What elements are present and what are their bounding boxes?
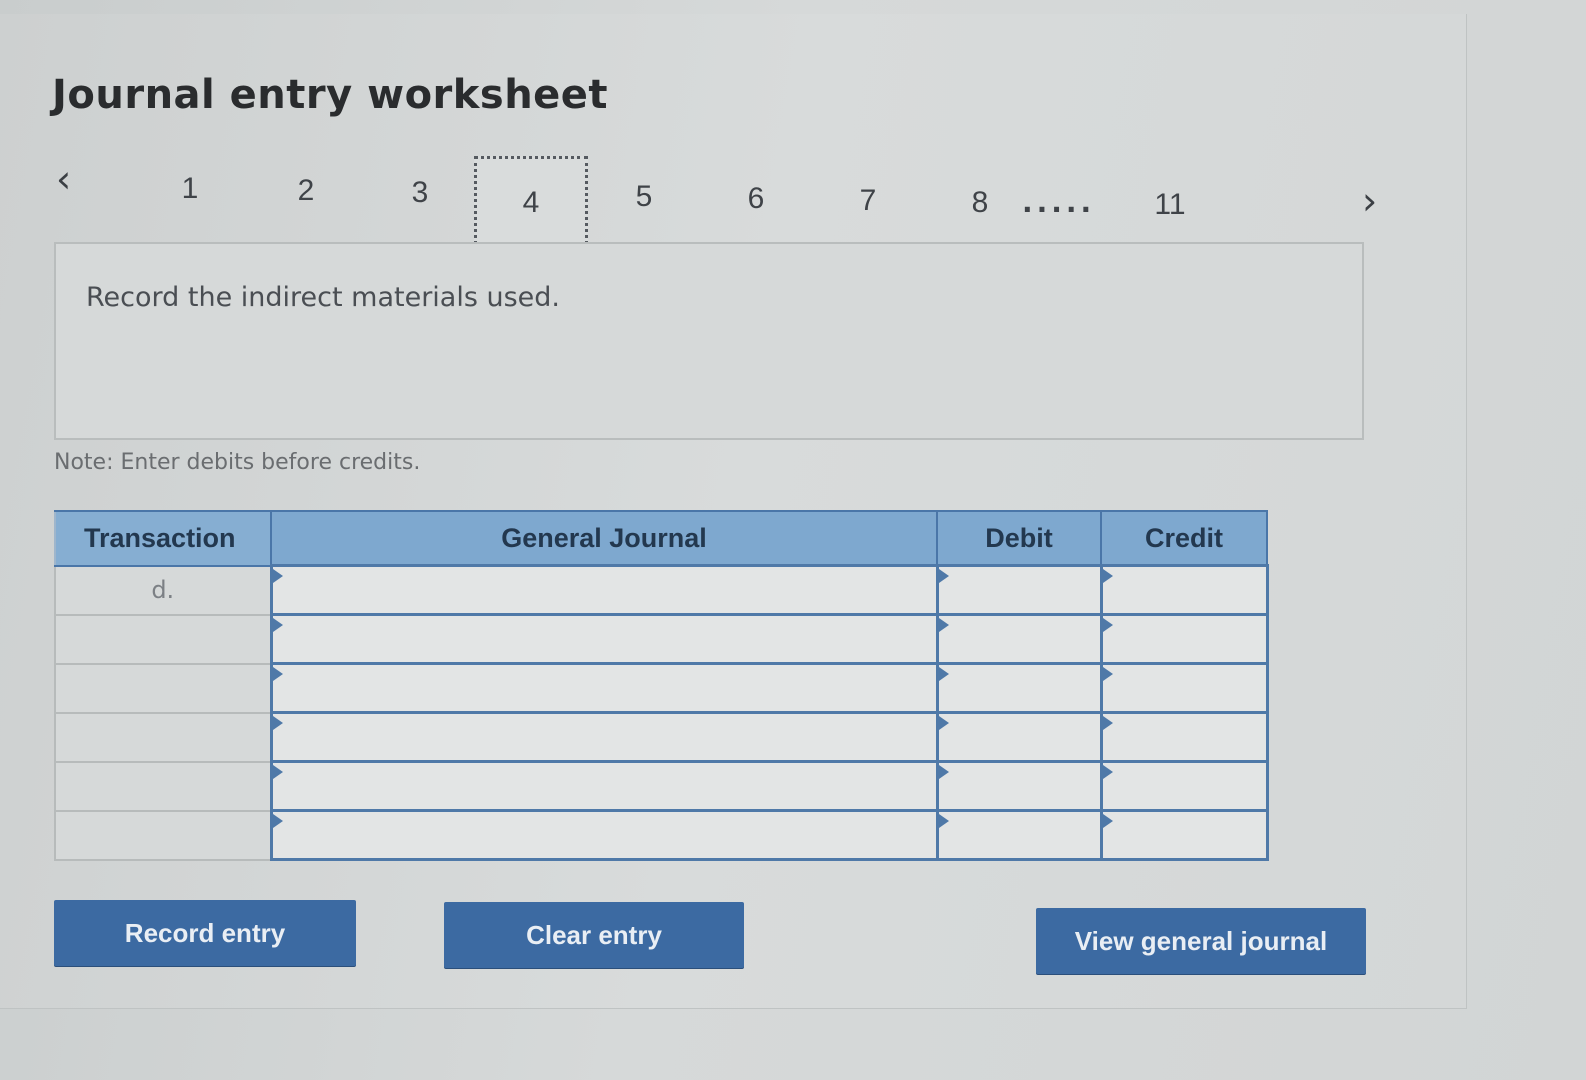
tab-4-active[interactable]: 4: [474, 156, 588, 250]
debit-cell[interactable]: [935, 760, 1103, 812]
cell-marker-icon: [1102, 716, 1113, 730]
dropdown-marker-icon: [272, 716, 283, 730]
cell-marker-icon: [1102, 667, 1113, 681]
account-cell[interactable]: [269, 662, 939, 714]
account-cell[interactable]: [269, 760, 939, 812]
credit-input[interactable]: [1103, 665, 1266, 711]
cell-marker-icon: [1102, 814, 1113, 828]
dropdown-marker-icon: [272, 765, 283, 779]
account-input[interactable]: [273, 567, 936, 613]
debit-cell[interactable]: [935, 564, 1103, 616]
credit-input[interactable]: [1103, 714, 1266, 760]
tab-8[interactable]: 8: [950, 186, 1010, 220]
credit-input[interactable]: [1103, 763, 1266, 809]
transaction-cell: [54, 809, 273, 861]
chevron-right-icon[interactable]: ›: [1362, 182, 1377, 220]
credit-cell[interactable]: [1099, 564, 1269, 616]
account-cell[interactable]: [269, 613, 939, 665]
dropdown-marker-icon: [272, 667, 283, 681]
tab-3[interactable]: 3: [390, 176, 450, 210]
transaction-cell: [54, 662, 273, 714]
credit-cell[interactable]: [1099, 613, 1269, 665]
column-header-debit: Debit: [936, 510, 1102, 567]
journal-table: Transaction General Journal Debit Credit…: [54, 510, 1269, 861]
cell-marker-icon: [938, 569, 949, 583]
screen: Journal entry worksheet ‹ 1 2 3 4 5 6 7 …: [0, 0, 1586, 1080]
table-row: [54, 809, 1269, 861]
debit-cell[interactable]: [935, 711, 1103, 763]
transaction-cell: d.: [54, 564, 273, 616]
account-input[interactable]: [273, 616, 936, 662]
journal-header-row: Transaction General Journal Debit Credit: [54, 510, 1268, 567]
credit-cell[interactable]: [1099, 760, 1269, 812]
table-row: [54, 613, 1269, 665]
instruction-text: Record the indirect materials used.: [86, 282, 561, 313]
tab-7[interactable]: 7: [838, 184, 898, 218]
cell-marker-icon: [938, 814, 949, 828]
debit-input[interactable]: [939, 763, 1100, 809]
transaction-cell: [54, 711, 273, 763]
debit-input[interactable]: [939, 567, 1100, 613]
worksheet-panel: Journal entry worksheet ‹ 1 2 3 4 5 6 7 …: [0, 14, 1467, 1009]
column-header-transaction: Transaction: [54, 510, 272, 567]
clear-entry-button[interactable]: Clear entry: [444, 902, 744, 968]
debit-input[interactable]: [939, 812, 1100, 858]
table-row: d.: [54, 564, 1269, 616]
credit-cell[interactable]: [1099, 809, 1269, 861]
tab-11[interactable]: 11: [1140, 188, 1200, 222]
cell-marker-icon: [938, 618, 949, 632]
debit-cell[interactable]: [935, 809, 1103, 861]
cell-marker-icon: [938, 667, 949, 681]
debit-cell[interactable]: [935, 613, 1103, 665]
account-cell[interactable]: [269, 711, 939, 763]
transaction-cell: [54, 613, 273, 665]
page-title: Journal entry worksheet: [52, 72, 609, 118]
credit-cell[interactable]: [1099, 711, 1269, 763]
table-row: [54, 760, 1269, 812]
credit-input[interactable]: [1103, 812, 1266, 858]
tab-ellipsis: .....: [1022, 186, 1096, 219]
account-cell[interactable]: [269, 809, 939, 861]
dropdown-marker-icon: [272, 618, 283, 632]
table-row: [54, 711, 1269, 763]
account-input[interactable]: [273, 812, 936, 858]
credit-cell[interactable]: [1099, 662, 1269, 714]
note-text: Note: Enter debits before credits.: [54, 450, 421, 475]
cell-marker-icon: [1102, 765, 1113, 779]
credit-input[interactable]: [1103, 567, 1266, 613]
cell-marker-icon: [1102, 618, 1113, 632]
table-row: [54, 662, 1269, 714]
record-entry-button[interactable]: Record entry: [54, 900, 356, 966]
chevron-left-icon[interactable]: ‹: [56, 160, 71, 198]
account-input[interactable]: [273, 763, 936, 809]
account-cell[interactable]: [269, 564, 939, 616]
debit-input[interactable]: [939, 714, 1100, 760]
cell-marker-icon: [938, 765, 949, 779]
view-general-journal-button[interactable]: View general journal: [1036, 908, 1366, 974]
tab-2[interactable]: 2: [276, 174, 336, 208]
credit-input[interactable]: [1103, 616, 1266, 662]
instruction-box: Record the indirect materials used.: [54, 242, 1364, 440]
cell-marker-icon: [938, 716, 949, 730]
debit-input[interactable]: [939, 616, 1100, 662]
tab-5[interactable]: 5: [614, 180, 674, 214]
column-header-general-journal: General Journal: [270, 510, 938, 567]
cell-marker-icon: [1102, 569, 1113, 583]
debit-input[interactable]: [939, 665, 1100, 711]
account-input[interactable]: [273, 665, 936, 711]
dropdown-marker-icon: [272, 814, 283, 828]
tab-6[interactable]: 6: [726, 182, 786, 216]
debit-cell[interactable]: [935, 662, 1103, 714]
transaction-cell: [54, 760, 273, 812]
tab-1[interactable]: 1: [160, 172, 220, 206]
account-input[interactable]: [273, 714, 936, 760]
column-header-credit: Credit: [1100, 510, 1268, 567]
dropdown-marker-icon: [272, 569, 283, 583]
